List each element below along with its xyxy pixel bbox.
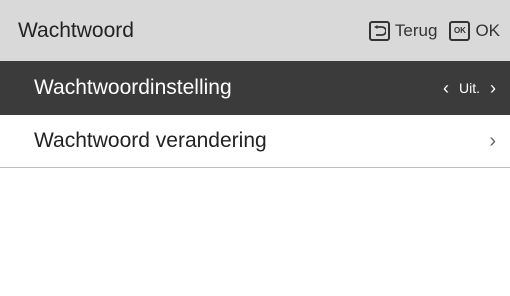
page-title: Wachtwoord	[18, 18, 134, 42]
menu-item-password-setting[interactable]: Wachtwoordinstelling ‹ Uit. ›	[0, 61, 510, 115]
menu-item-label: Wachtwoord verandering	[34, 129, 267, 152]
header-bar: Wachtwoord Terug OK OK	[0, 0, 510, 61]
ok-button[interactable]: OK OK	[449, 20, 500, 41]
header-actions: Terug OK OK	[368, 20, 500, 41]
ok-key-icon: OK	[449, 20, 471, 41]
menu-item-label: Wachtwoordinstelling	[34, 76, 232, 99]
value-selector[interactable]: ‹ Uit. ›	[443, 79, 496, 97]
back-button[interactable]: Terug	[368, 20, 438, 41]
chevron-right-icon[interactable]: ›	[490, 79, 496, 97]
back-arrow-icon	[368, 20, 390, 41]
chevron-right-icon: ›	[489, 130, 496, 152]
menu-item-password-change[interactable]: Wachtwoord verandering ›	[0, 115, 510, 168]
password-screen: Wachtwoord Terug OK OK Wachtwoordinstell…	[0, 0, 510, 296]
setting-value: Uit.	[459, 80, 480, 96]
ok-label: OK	[475, 20, 500, 40]
chevron-left-icon[interactable]: ‹	[443, 79, 449, 97]
back-label: Terug	[394, 20, 438, 40]
